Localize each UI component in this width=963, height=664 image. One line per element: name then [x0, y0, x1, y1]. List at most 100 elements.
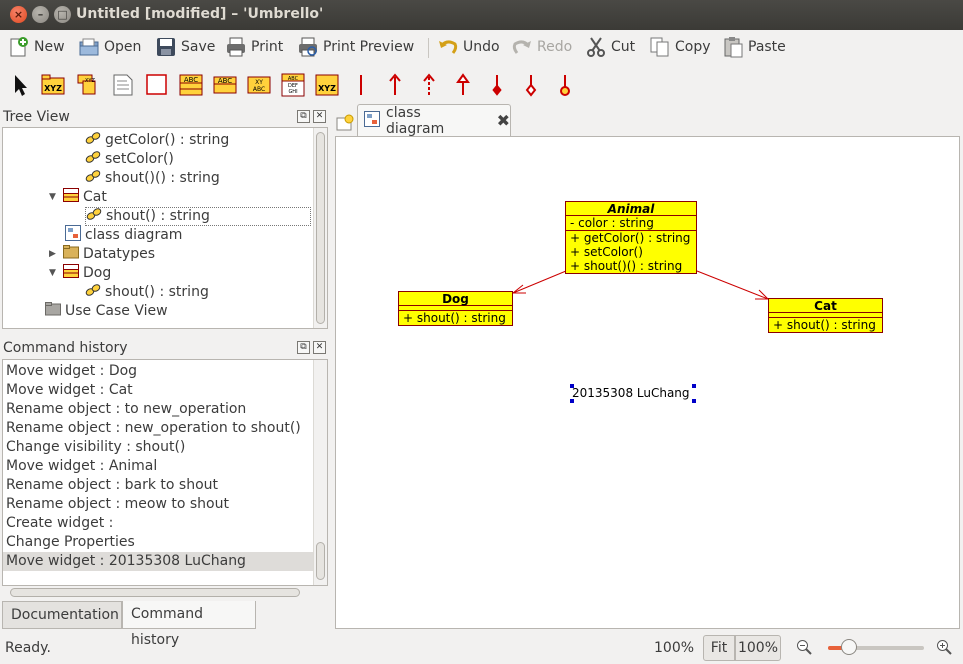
directional-association-tool-icon[interactable]	[382, 72, 408, 98]
list-item-selected[interactable]: Move widget : 20135308 LuChang	[3, 552, 315, 571]
command-history-scrollbar[interactable]	[313, 360, 327, 585]
save-disk-icon	[155, 36, 177, 58]
association-tool-icon[interactable]	[348, 72, 374, 98]
scrollbar-thumb[interactable]	[10, 588, 300, 597]
entity-tool-icon[interactable]: XYZ	[314, 72, 340, 98]
print-preview-icon	[297, 36, 319, 58]
list-item[interactable]: Rename object : new_operation to shout()	[3, 419, 315, 438]
generalization-line-dog[interactable]	[512, 270, 567, 294]
interface-tool-icon[interactable]: ABC	[212, 72, 238, 98]
list-item[interactable]: Change visibility : shout()	[3, 438, 315, 457]
list-item[interactable]: Change Properties	[3, 533, 315, 552]
tree-item[interactable]: ▼ Dog	[49, 263, 111, 284]
expanded-arrow-icon[interactable]: ▼	[49, 264, 59, 283]
paste-button[interactable]: Paste	[722, 34, 786, 60]
new-button[interactable]: New	[8, 34, 65, 60]
open-folder-icon	[78, 36, 100, 58]
cut-button[interactable]: Cut	[585, 34, 635, 60]
containment-tool-icon[interactable]	[552, 72, 578, 98]
list-item[interactable]: Create widget :	[3, 514, 315, 533]
close-dock-icon[interactable]: ✕	[313, 110, 326, 123]
tree-item[interactable]: getColor() : string	[85, 131, 229, 150]
class-xyz-tool-icon[interactable]: XYZ	[40, 72, 66, 98]
tree-item[interactable]: setColor()	[85, 150, 174, 169]
close-tab-icon[interactable]: ✖	[497, 111, 510, 130]
print-preview-button[interactable]: Print Preview	[297, 34, 414, 60]
select-tool-icon[interactable]	[8, 72, 34, 98]
print-button[interactable]: Print	[225, 34, 283, 60]
resize-handle[interactable]	[692, 399, 696, 403]
enum-tool-icon[interactable]: ABC DEF GHI	[280, 72, 306, 98]
tree-item-selected[interactable]: shout() : string	[85, 207, 311, 226]
open-button[interactable]: Open	[78, 34, 141, 60]
zoom-100-button[interactable]: 100%	[735, 635, 781, 661]
composition-tool-icon[interactable]	[518, 72, 544, 98]
operation-icon	[85, 169, 101, 189]
tree-item[interactable]: ▼ Cat	[49, 187, 107, 207]
list-item[interactable]: Move widget : Cat	[3, 381, 315, 400]
zoom-out-icon[interactable]	[796, 639, 812, 655]
scrollbar-thumb[interactable]	[316, 132, 325, 324]
command-history-hscrollbar[interactable]	[2, 586, 314, 600]
scrollbar-thumb[interactable]	[316, 542, 325, 580]
redo-button[interactable]: Redo	[511, 34, 572, 60]
close-window-button[interactable]: ×	[10, 6, 27, 23]
class-icon	[63, 263, 79, 284]
list-item[interactable]: Move widget : Animal	[3, 457, 315, 476]
float-dock-icon[interactable]: ⧉	[297, 110, 310, 123]
resize-handle[interactable]	[692, 384, 696, 388]
zoom-slider[interactable]	[828, 639, 924, 655]
tree-item[interactable]: class diagram	[65, 224, 182, 247]
box-tool-icon[interactable]	[144, 72, 170, 98]
zoom-in-icon[interactable]	[936, 639, 952, 655]
float-dock-icon[interactable]: ⧉	[297, 341, 310, 354]
tab-command-history[interactable]: Command history	[122, 601, 256, 648]
list-item[interactable]: Rename object : meow to shout	[3, 495, 315, 514]
list-item[interactable]: Rename object : bark to shout	[3, 476, 315, 495]
aggregation-tool-icon[interactable]	[484, 72, 510, 98]
class-diagram-icon	[65, 224, 81, 247]
undo-arrow-icon	[437, 36, 459, 58]
copy-button[interactable]: Copy	[649, 34, 711, 60]
window-title: Untitled [modified] – 'Umbrello'	[76, 6, 324, 22]
tree-item[interactable]: ▶ Datatypes	[49, 244, 155, 264]
tree-item[interactable]: shout() : string	[85, 283, 209, 302]
class-dog[interactable]: Dog + shout() : string	[398, 291, 513, 326]
attributes-section: - color : string	[566, 216, 696, 231]
save-button[interactable]: Save	[155, 34, 215, 60]
class-cat[interactable]: Cat + shout() : string	[768, 298, 883, 333]
resize-handle[interactable]	[570, 384, 574, 388]
resize-handle[interactable]	[570, 399, 574, 403]
tab-class-diagram[interactable]: class diagram ✖	[357, 104, 511, 137]
minimize-window-button[interactable]: –	[32, 6, 49, 23]
fit-button[interactable]: Fit	[703, 635, 735, 661]
tree-view-scrollbar[interactable]	[313, 128, 327, 328]
class-animal[interactable]: Animal - color : string + getColor() : s…	[565, 201, 697, 274]
expanded-arrow-icon[interactable]: ▼	[49, 188, 59, 207]
datatype-tool-icon[interactable]: XY ABC	[246, 72, 272, 98]
new-document-icon	[8, 36, 30, 58]
tab-documentation[interactable]: Documentation	[2, 601, 122, 629]
dependency-tool-icon[interactable]	[416, 72, 442, 98]
text-label[interactable]: 20135308 LuChang	[572, 386, 690, 400]
class-tool-icon[interactable]: ABC	[178, 72, 204, 98]
collapsed-arrow-icon[interactable]: ▶	[49, 245, 59, 264]
folder-icon	[45, 301, 61, 322]
diagram-canvas[interactable]: Animal - color : string + getColor() : s…	[335, 136, 960, 629]
zoom-slider-knob[interactable]	[841, 639, 857, 655]
list-item[interactable]: Move widget : Dog	[3, 362, 315, 381]
tree-item[interactable]: Use Case View	[45, 301, 168, 322]
undo-button[interactable]: Undo	[437, 34, 500, 60]
generalization-tool-icon[interactable]	[450, 72, 476, 98]
generalization-line-cat[interactable]	[696, 270, 769, 300]
note-tool-icon[interactable]	[110, 72, 136, 98]
svg-text:ABC: ABC	[288, 76, 299, 82]
close-dock-icon[interactable]: ✕	[313, 341, 326, 354]
tree-item[interactable]: shout()() : string	[85, 169, 220, 188]
svg-text:ABC: ABC	[218, 77, 232, 85]
list-item[interactable]: Rename object : to new_operation	[3, 400, 315, 419]
package-tool-icon[interactable]: XYZ	[76, 72, 102, 98]
arrowhead-icon	[511, 284, 526, 294]
new-diagram-tab-icon[interactable]	[333, 112, 355, 134]
maximize-window-button[interactable]: □	[54, 6, 71, 23]
